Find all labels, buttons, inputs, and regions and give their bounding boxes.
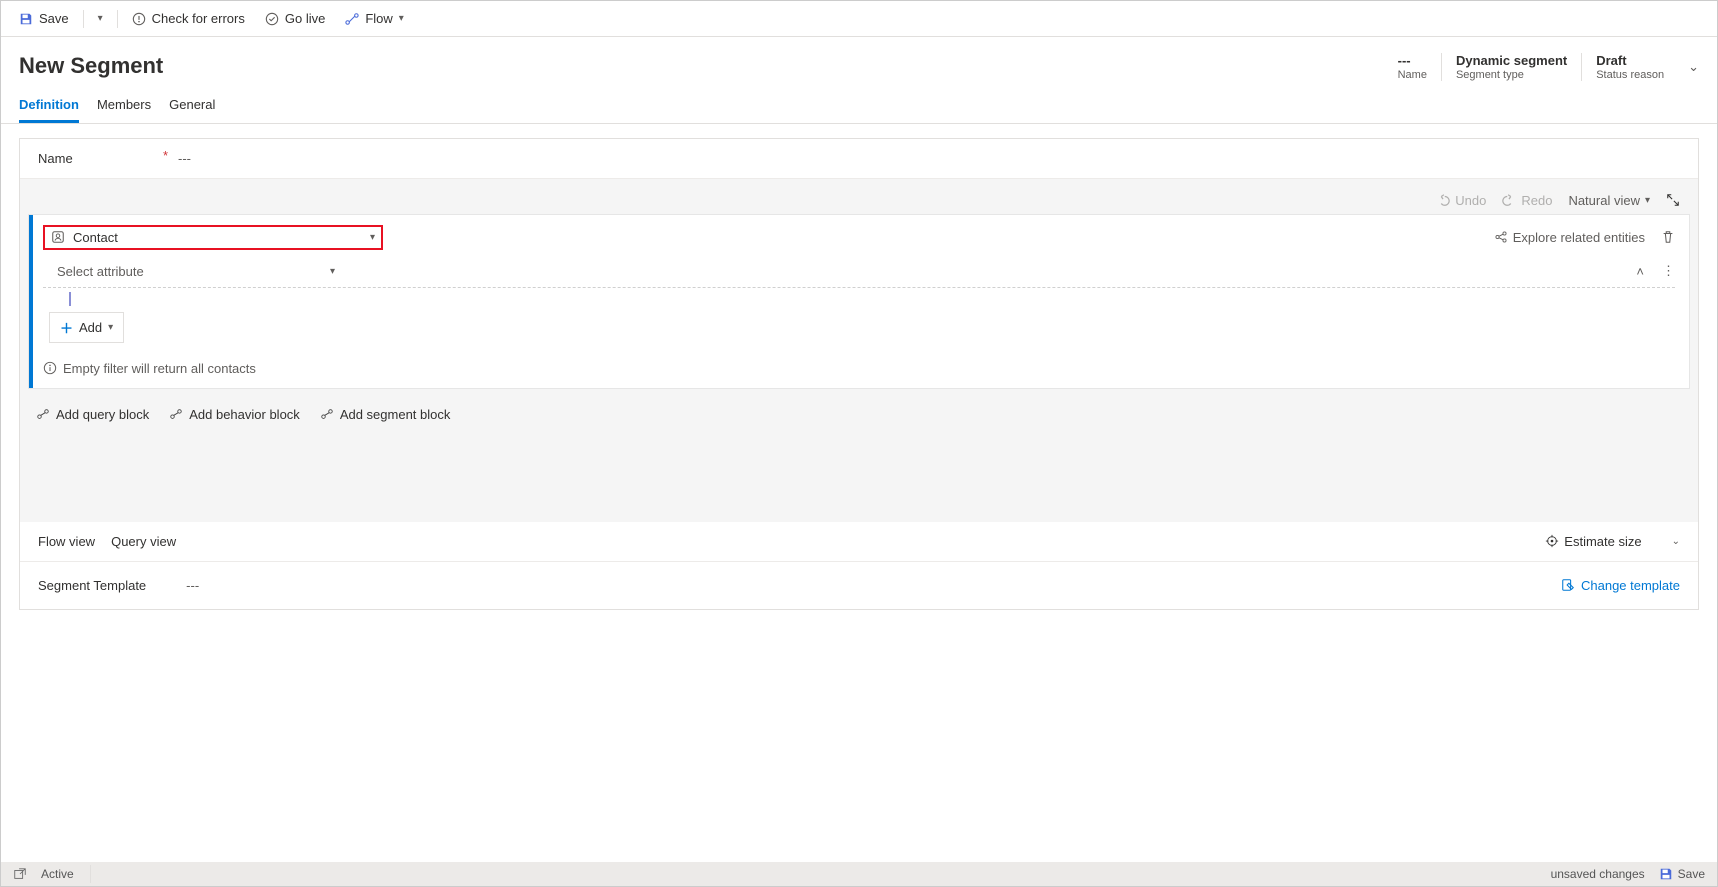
divider [83,10,84,28]
name-label: Name* [38,151,178,166]
redo-button[interactable]: Redo [1502,193,1552,208]
chevron-down-icon: ▾ [399,13,404,24]
flow-icon [320,407,334,421]
explore-related-button[interactable]: Explore related entities [1494,230,1645,245]
golive-label: Go live [285,11,325,26]
chevron-down-icon: ⌄ [1672,536,1680,547]
query-view-link[interactable]: Query view [111,534,176,549]
flow-icon [36,407,50,421]
add-query-block-button[interactable]: Add query block [36,407,149,422]
change-template-button[interactable]: Change template [1561,578,1680,593]
flow-icon [169,407,183,421]
save-button[interactable]: Save [11,7,77,30]
add-condition-button[interactable]: ＋ Add ▾ [49,312,124,343]
unsaved-indicator: unsaved changes [1551,867,1645,881]
chevron-down-icon: ▾ [108,322,113,333]
meta-segment-type: Dynamic segment Segment type [1441,53,1581,81]
status-bar: Active unsaved changes Save [1,862,1717,886]
more-vertical-icon: ⋮ [1662,263,1675,279]
alert-icon [132,12,146,26]
flow-icon [345,12,359,26]
undo-icon [1436,193,1450,207]
save-dropdown[interactable]: ▾ [90,9,111,28]
contact-icon [51,230,65,244]
header-meta: --- Name Dynamic segment Segment type Dr… [1384,53,1699,81]
block-info: Empty filter will return all contacts [43,351,1675,376]
header-expand[interactable]: ⌄ [1678,59,1699,75]
name-input[interactable]: --- [178,151,191,166]
attribute-more-button[interactable]: ⋮ [1662,263,1675,279]
edit-icon [1561,578,1575,592]
estimate-size-button[interactable]: Estimate size ⌄ [1545,534,1680,549]
chevron-down-icon: ▾ [1645,195,1650,206]
query-block: Contact ▾ Explore related entities [28,214,1690,389]
add-behavior-block-button[interactable]: Add behavior block [169,407,300,422]
divider [90,865,91,883]
template-label: Segment Template [38,578,146,593]
expand-icon [1666,193,1680,207]
delete-block-button[interactable] [1661,230,1675,244]
meta-name: --- Name [1384,53,1441,81]
connector-line [69,292,1675,306]
statusbar-save-button[interactable]: Save [1659,867,1705,881]
plus-icon: ＋ [60,318,73,337]
flow-button[interactable]: Flow ▾ [337,7,411,30]
tab-general[interactable]: General [169,89,215,123]
divider [117,10,118,28]
save-icon [19,12,33,26]
fullscreen-button[interactable] [1666,193,1680,207]
trash-icon [1661,230,1675,244]
chevron-down-icon: ▾ [370,232,375,243]
meta-status-reason: Draft Status reason [1581,53,1678,81]
flow-view-link[interactable]: Flow view [38,534,95,549]
graph-icon [1494,230,1508,244]
check-errors-button[interactable]: Check for errors [124,7,253,30]
form-box: Name* --- Undo Redo Natural view ▾ [19,138,1699,610]
collapse-attribute-button[interactable]: ˄ [1636,263,1644,279]
view-mode-dropdown[interactable]: Natural view ▾ [1568,193,1650,208]
attribute-selector[interactable]: Select attribute ▾ [51,260,341,283]
form-area: Name* --- Undo Redo Natural view ▾ [1,124,1717,862]
target-icon [1545,534,1559,548]
template-value: --- [186,578,199,593]
redo-icon [1502,193,1516,207]
chevron-down-icon: ▾ [98,13,103,24]
save-label: Save [39,11,69,26]
chevron-down-icon: ▾ [330,266,335,277]
check-circle-icon [265,12,279,26]
tab-members[interactable]: Members [97,89,151,123]
tabs: Definition Members General [1,89,1717,124]
popout-icon[interactable] [13,867,27,881]
info-icon [43,361,57,375]
designer-section: Undo Redo Natural view ▾ [20,179,1698,522]
flow-label: Flow [365,11,392,26]
go-live-button[interactable]: Go live [257,7,333,30]
required-indicator: * [163,148,168,163]
check-label: Check for errors [152,11,245,26]
command-bar: Save ▾ Check for errors Go live Flow ▾ [1,1,1717,37]
template-row: Segment Template --- Change template [20,562,1698,609]
views-row: Flow view Query view Estimate size ⌄ [20,522,1698,562]
add-segment-block-button[interactable]: Add segment block [320,407,451,422]
save-icon [1659,867,1673,881]
status-active: Active [41,867,74,881]
designer-toolbar: Undo Redo Natural view ▾ [20,187,1698,214]
info-text: Empty filter will return all contacts [63,361,256,376]
tab-definition[interactable]: Definition [19,89,79,123]
page-title: New Segment [19,53,163,79]
chevron-up-icon: ˄ [1636,264,1644,279]
name-field-row: Name* --- [20,139,1698,179]
entity-selector[interactable]: Contact ▾ [43,225,383,250]
page-header: New Segment --- Name Dynamic segment Seg… [1,37,1717,89]
block-actions: Add query block Add behavior block Add s… [20,399,1698,432]
undo-button[interactable]: Undo [1436,193,1486,208]
entity-label: Contact [73,230,118,245]
